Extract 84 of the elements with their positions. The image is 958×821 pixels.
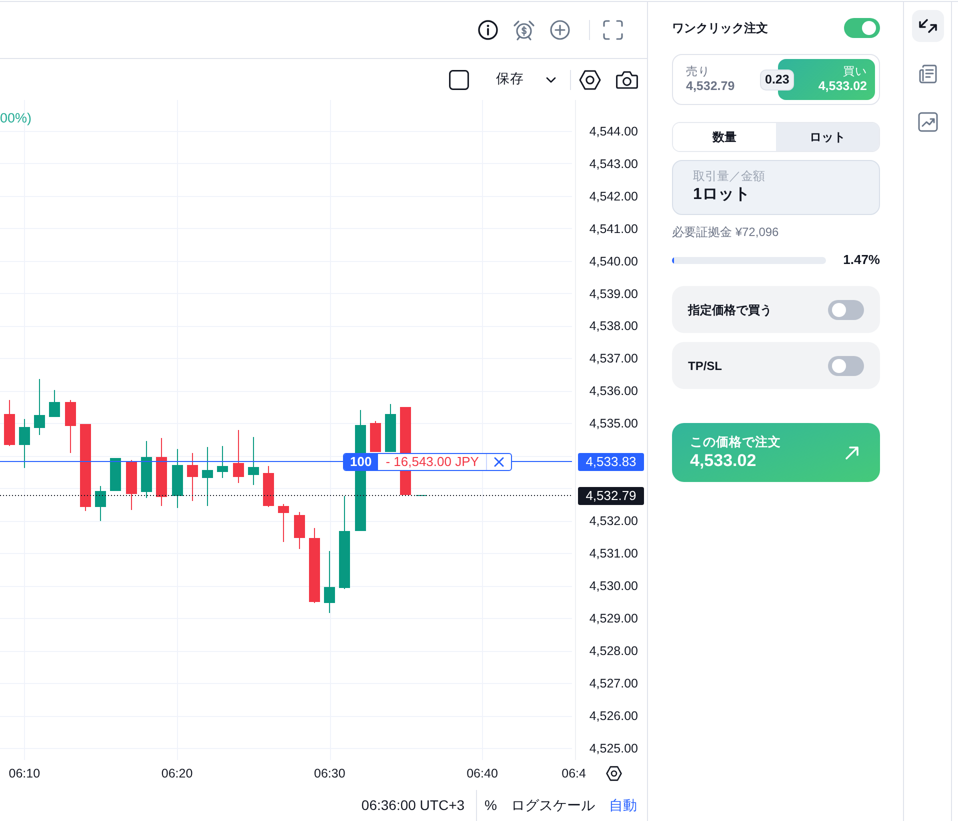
candlestick [172,449,183,508]
candlestick [95,486,106,521]
candlestick [156,438,167,506]
position-pnl: - 16,543.00 JPY [378,454,487,470]
price-tick-label: 4,538.00 [589,319,638,334]
price-tick-label: 4,535.00 [589,416,638,431]
close-icon[interactable] [494,456,504,466]
price-tick-label: 4,532.00 [589,514,638,528]
candlestick [385,404,396,452]
candlestick [294,512,305,549]
add-icon[interactable] [550,20,570,40]
one-click-title: ワンクリック注文 [672,20,768,37]
price-tag: 4,532.79 [578,486,644,504]
scale-option[interactable]: ログスケール [511,795,595,816]
spread-badge: 0.23 [760,69,794,90]
progress-reading: 1.47% [843,251,880,270]
arrow-up-right-icon [845,446,859,460]
option-label: 指定価格で買う [688,302,772,318]
price-tick-label: 4,544.00 [589,124,638,138]
scale-option[interactable]: % [484,795,497,816]
unit-tab[interactable]: ロット [776,123,879,151]
amount-field[interactable]: 取引量／金額 1ロット [672,160,880,215]
position-label[interactable]: 100 - 16,543.00 JPY [343,452,512,470]
side-tool-button[interactable] [912,10,944,42]
price-tick-label: 4,541.00 [589,222,638,236]
camera-icon[interactable] [616,70,638,88]
candlestick [19,419,30,468]
square-icon[interactable] [449,70,469,90]
price-tick-label: 4,527.00 [589,676,638,691]
price-tag: 4,533.83 [578,452,644,470]
candlestick [110,458,121,491]
toggle-switch[interactable] [844,18,880,38]
toggle-switch[interactable] [828,300,864,320]
scale-option[interactable]: 自動 [609,795,637,816]
fullscreen-icon[interactable] [603,20,623,40]
alarm-clock-icon[interactable] [513,20,535,40]
required-margin-text: 必要証拠金 ¥72,096 [672,224,780,240]
price-tick-label: 4,530.00 [589,579,638,594]
document-icon[interactable] [918,64,938,84]
candlestick [278,504,289,542]
legend-text: 00%) [0,110,32,126]
settings-icon[interactable] [606,766,622,781]
price-tick-label: 4,536.00 [589,384,638,398]
price-tick-label: 4,529.00 [589,612,638,626]
price-tick-label: 4,539.00 [589,286,638,301]
time-tick-label: 06:20 [161,766,193,780]
arrows-icon[interactable] [918,16,938,36]
candlestick [126,460,137,510]
candlestick [370,421,381,452]
candlestick [248,437,259,485]
caret-icon[interactable] [546,76,556,82]
time-tick-label: 06:30 [314,766,346,780]
sell-button[interactable]: 売り 4,532.79 [677,59,758,100]
price-tick-label: 4,543.00 [589,156,638,171]
save-button[interactable]: 保存 [486,66,562,94]
candlestick [217,446,228,478]
time-zone-clock: 06:36:00 UTC+3 [361,796,465,815]
candlestick [263,466,274,507]
candlestick [187,453,198,501]
candlestick [324,551,335,613]
price-tick-label: 4,525.00 [589,741,638,756]
chart-icon[interactable] [918,112,938,132]
info-icon[interactable] [478,20,498,40]
candlestick [34,379,45,435]
position-quantity: 100 [344,454,378,470]
time-tick-label: 06:40 [466,766,498,780]
price-tick-label: 4,531.00 [589,546,638,561]
price-tick-label: 4,528.00 [589,644,638,658]
candlestick [233,430,244,483]
time-tick-label: 06:10 [8,766,40,780]
candlestick [49,390,60,417]
price-tick-label: 4,540.00 [589,254,638,268]
candlestick [141,441,152,498]
candlestick [4,400,15,446]
option-label: TP/SL [688,358,722,374]
candlestick [416,495,427,496]
price-tick-label: 4,542.00 [589,189,638,204]
candlestick [202,447,213,506]
price-tick-label: 4,526.00 [589,709,638,723]
time-tick-label: 06:4 [562,766,586,780]
settings-icon[interactable] [579,70,601,90]
candlestick [65,400,76,453]
toggle-switch[interactable] [828,356,864,376]
price-tick-label: 4,537.00 [589,352,638,366]
